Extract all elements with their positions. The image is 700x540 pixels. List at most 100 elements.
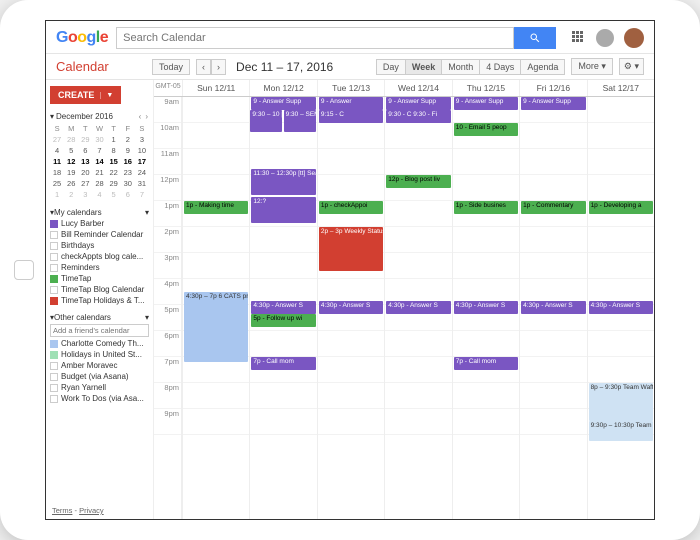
next-button[interactable]: › [211,59,226,75]
section-menu-icon[interactable]: ▾ [145,208,149,217]
mini-cal-day[interactable]: 20 [78,167,92,178]
apps-icon[interactable] [572,31,586,45]
calendar-event[interactable]: 9 - Answer Supp [454,97,518,110]
calendar-row[interactable]: TimeTap Blog Calendar [50,285,149,294]
mini-cal-day[interactable]: 7 [135,189,149,200]
mini-cal-day[interactable]: 29 [78,134,92,145]
calendar-event[interactable]: 4:30p - Answer S [386,301,450,314]
mini-cal-day[interactable]: 21 [92,167,106,178]
calendar-event[interactable]: 9:30p – 10:30p Team French [589,421,653,441]
day-column[interactable]: 1p - Developing a 4:30p - Answer S 8p – 9:… [587,97,654,520]
calendar-row[interactable]: Work To Dos (via Asa... [50,394,149,403]
add-calendar-input[interactable] [50,324,149,337]
day-column[interactable]: 9 - Answer Supp9:30 – 10 [tt] Dean Confe… [249,97,316,520]
calendar-event[interactable]: 4:30p - Answer S [454,301,518,314]
privacy-link[interactable]: Privacy [79,506,104,515]
mini-cal-day[interactable]: 28 [92,178,106,189]
mini-cal-day[interactable]: 27 [78,178,92,189]
calendar-row[interactable]: Birthdays [50,241,149,250]
calendar-row[interactable]: TimeTap [50,274,149,283]
mini-cal-day[interactable]: 22 [107,167,121,178]
mini-cal-day[interactable]: 18 [50,167,64,178]
calendar-event[interactable]: 1p - Developing a [589,201,653,214]
calendar-event[interactable]: 7p - Call mom [454,357,518,370]
mini-cal-day[interactable]: 3 [78,189,92,200]
create-button[interactable]: CREATE▼ [50,86,121,104]
mini-cal-day[interactable]: 31 [135,178,149,189]
mini-cal-day[interactable]: 8 [107,145,121,156]
mini-cal-day[interactable]: 4 [92,189,106,200]
calendar-event[interactable]: 4:30p - Answer S [589,301,653,314]
search-button[interactable] [514,27,556,49]
mini-cal-day[interactable]: 14 [92,156,106,167]
day-column[interactable]: 9 - Answer Supp 1p - Commentary 4:30p - An… [519,97,586,520]
calendar-event[interactable]: 9 - Answer Supp [251,97,315,110]
calendar-event[interactable]: 9 - Answer Supp [386,97,450,110]
view-week[interactable]: Week [406,59,442,75]
mini-cal-day[interactable]: 13 [78,156,92,167]
section-menu-icon[interactable]: ▾ [145,313,149,322]
mini-cal-day[interactable]: 2 [121,134,135,145]
mini-cal-day[interactable]: 5 [64,145,78,156]
calendar-row[interactable]: Lucy Barber [50,219,149,228]
mini-cal-day[interactable]: 29 [107,178,121,189]
calendar-event[interactable]: 1p - Commentary [521,201,585,214]
mini-cal-day[interactable]: 15 [107,156,121,167]
mini-cal-day[interactable]: 17 [135,156,149,167]
calendar-event[interactable]: 1p - Side busines [454,201,518,214]
calendar-event[interactable]: 9:30 – 10 [tt] Dean Conferenc [250,110,282,132]
mini-cal-day[interactable]: 6 [78,145,92,156]
mini-cal-day[interactable]: 10 [135,145,149,156]
calendar-event[interactable]: 9 - Answer Supp [521,97,585,110]
calendar-event[interactable]: 4:30p - Answer S [251,301,315,314]
mini-cal-day[interactable]: 28 [64,134,78,145]
calendar-event[interactable]: 9:15 - C [319,110,383,123]
more-button[interactable]: More ▾ [571,58,613,75]
view-agenda[interactable]: Agenda [521,59,565,75]
settings-button[interactable]: ⚙ ▾ [619,58,644,75]
mini-cal-day[interactable]: 1 [107,134,121,145]
view-month[interactable]: Month [442,59,480,75]
calendar-event[interactable]: 4:30p - Answer S [521,301,585,314]
day-column[interactable]: 9 - Answer Supp 10 - Email 5 peop 1p - Sid… [452,97,519,520]
view-day[interactable]: Day [376,59,406,75]
mini-cal-day[interactable]: 2 [64,189,78,200]
today-button[interactable]: Today [152,59,190,75]
mini-cal-day[interactable]: 4 [50,145,64,156]
calendar-event[interactable]: 12:? [251,197,315,223]
mini-cal-day[interactable]: 19 [64,167,78,178]
calendar-row[interactable]: Budget (via Asana) [50,372,149,381]
day-column[interactable]: 9 - Answer Supp9:30 - C 9:30 - Fi 12p - B… [384,97,451,520]
terms-link[interactable]: Terms [52,506,72,515]
tablet-home-button[interactable] [14,260,34,280]
mini-cal-day[interactable]: 26 [64,178,78,189]
calendar-event[interactable]: 4:30p - Answer S [319,301,383,314]
mini-cal-day[interactable]: 9 [121,145,135,156]
calendar-row[interactable]: checkAppts blog cale... [50,252,149,261]
calendar-row[interactable]: Charlotte Comedy Th... [50,339,149,348]
view-4days[interactable]: 4 Days [480,59,521,75]
mini-cal-day[interactable]: 11 [50,156,64,167]
mini-cal-day[interactable]: 3 [135,134,149,145]
calendar-event[interactable]: 10 - Email 5 peop [454,123,518,136]
mini-cal-day[interactable]: 30 [121,178,135,189]
mini-cal-day[interactable]: 25 [50,178,64,189]
calendar-row[interactable]: Holidays in United St... [50,350,149,359]
calendar-event[interactable]: 11:30 – 12:30p [tt] Sean Conference Line [251,169,315,195]
search-input[interactable] [116,27,514,49]
mini-cal-day[interactable]: 5 [107,189,121,200]
calendar-event[interactable]: 12p - Blog post liv [386,175,450,188]
calendar-event[interactable]: 2p – 3p Weekly Status Meeting [319,227,383,271]
mini-cal-day[interactable]: 23 [121,167,135,178]
calendar-event[interactable]: 1p - checkAppoi [319,201,383,214]
calendar-event[interactable]: 8p – 9:30p Team Waffle Charlotte Comedy … [589,383,653,421]
mini-cal-day[interactable]: 16 [121,156,135,167]
calendar-row[interactable]: Amber Moravec [50,361,149,370]
mini-cal-prev[interactable]: ‹ [138,112,143,121]
calendar-event[interactable]: 9:30 - C 9:30 - Fi [386,110,450,123]
chevron-down-icon[interactable]: ▾ [50,112,54,121]
mini-cal-day[interactable]: 30 [92,134,106,145]
calendar-event[interactable]: 7p - Call mom [251,357,315,370]
mini-cal-day[interactable]: 6 [121,189,135,200]
calendar-event[interactable]: 4:30p – 7p 6 CATS practice [184,292,248,362]
